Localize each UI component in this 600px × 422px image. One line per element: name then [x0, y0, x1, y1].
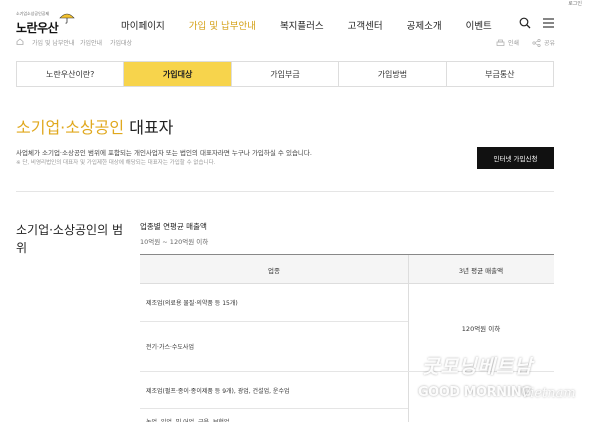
table-row: 농업, 임업, 및 어업, 금융, 보험업 [140, 409, 408, 422]
umbrella-icon [59, 13, 75, 24]
section-divider [16, 191, 554, 192]
print-label: 인쇄 [508, 40, 520, 47]
logo-title: 노란우산 [16, 21, 59, 35]
nav-mypage[interactable]: 마이페이지 [121, 18, 165, 32]
page-title-rest: 대표자 [124, 118, 174, 137]
table-header-avg-sales: 3년 평균 매출액 [458, 266, 504, 275]
watermark-vietnam: Vietnam [521, 386, 576, 401]
share-button[interactable]: 공유 [532, 38, 555, 47]
share-icon [532, 38, 541, 47]
tab-about-yellow-umbrella[interactable]: 노란우산이란? [17, 62, 125, 86]
table-row: 제조업(의료용 물질·의약품 등 15개) [140, 284, 408, 322]
print-icon [496, 39, 505, 46]
nav-join-payment[interactable]: 가입 및 납부안내 [189, 18, 256, 32]
hamburger-menu-icon[interactable] [543, 18, 554, 28]
home-icon[interactable] [16, 38, 24, 45]
search-icon[interactable] [519, 17, 531, 29]
site-logo[interactable]: 소기업소상공인공제 노란우산 [16, 9, 76, 37]
online-apply-button[interactable]: 인터넷 가입신청 [477, 147, 554, 169]
watermark-logo: 굿모닝베트남 GOOD MORNING Vietnam [418, 352, 590, 412]
tab-contribution[interactable]: 가입부금 [232, 62, 340, 86]
watermark-korean: 굿모닝베트남 [422, 356, 533, 378]
print-button[interactable]: 인쇄 [496, 38, 519, 47]
table-header-industry: 업종 [268, 266, 280, 275]
tab-eligibility[interactable]: 가입대상 [124, 62, 232, 86]
eligibility-note: ※ 단, 비영리법인의 대표자 및 가입제한 대상에 해당되는 대표자는 가입할… [16, 160, 216, 166]
nav-customer-center[interactable]: 고객센터 [348, 18, 383, 32]
main-nav: 마이페이지 가입 및 납부안내 복지플러스 고객센터 공제소개 이벤트 [121, 18, 492, 32]
tab-contribution-merge[interactable]: 부금통산 [447, 62, 553, 86]
nav-event[interactable]: 이벤트 [466, 18, 492, 32]
table-row: 제조업(펄프·종이·종이제품 등 9개), 광업, 건설업, 운수업 [140, 372, 408, 409]
share-label: 공유 [544, 40, 556, 47]
breadcrumb-item-current: 가입대상 [110, 40, 133, 47]
login-link[interactable]: 로그인 [568, 0, 582, 7]
page-title: 소기업·소상공인 대표자 [16, 114, 173, 138]
breadcrumb-item[interactable]: 가입 및 납부안내 [32, 38, 74, 47]
criteria-label: 업종별 연평균 매출액 [140, 222, 207, 231]
logo-subtitle: 소기업소상공인공제 [16, 11, 50, 16]
tab-how-to-join[interactable]: 가입방법 [339, 62, 447, 86]
breadcrumb-item[interactable]: 가입안내 [80, 38, 102, 47]
breadcrumb: 가입 및 납부안내 가입안내 가입대상 인쇄 공유 [16, 36, 555, 48]
nav-welfare-plus[interactable]: 복지플러스 [280, 18, 324, 32]
criteria-value: 10억원 ~ 120억원 이하 [140, 238, 209, 246]
table-row: 전기·가스·수도사업 [140, 322, 408, 372]
eligibility-description: 사업체가 소기업·소상공인 범위에 포함되는 개인사업자 또는 법인의 대표자라… [16, 149, 312, 157]
watermark-english: GOOD MORNING [418, 385, 532, 400]
section-title: 소기업·소상공인의 범위 [16, 223, 123, 255]
sub-tabs: 노란우산이란? 가입대상 가입부금 가입방법 부금통산 [16, 61, 554, 87]
nav-about[interactable]: 공제소개 [407, 18, 442, 32]
page-title-highlight: 소기업·소상공인 [16, 118, 125, 137]
